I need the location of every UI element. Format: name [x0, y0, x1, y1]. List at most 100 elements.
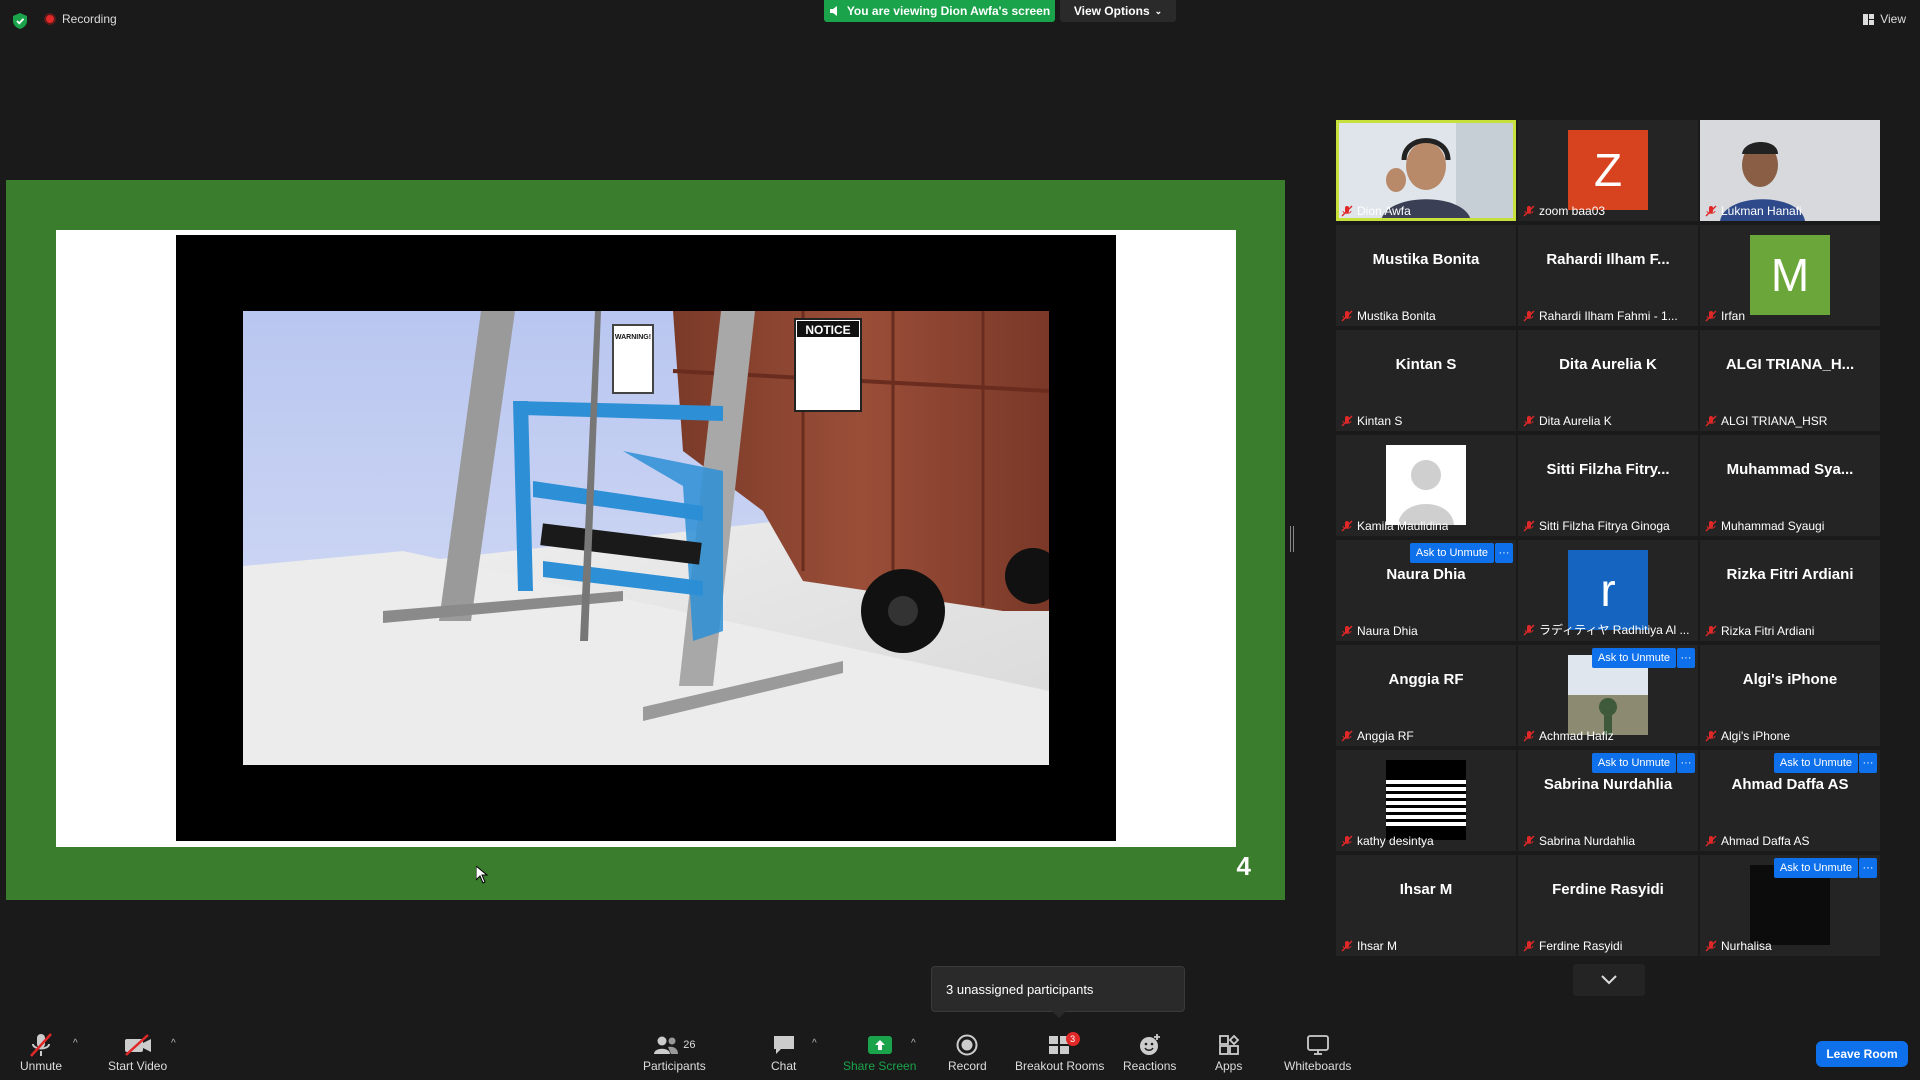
gallery-scroll-down-button[interactable] [1573, 964, 1645, 996]
security-shield-icon[interactable] [13, 13, 27, 29]
apps-icon [1218, 1034, 1239, 1055]
mic-muted-icon [1523, 730, 1535, 742]
mic-muted-icon [1523, 310, 1535, 322]
participant-tile[interactable]: Sitti Filzha Fitry... Sitti Filzha Fitrya… [1518, 435, 1698, 536]
participant-name-bar: Kamila Maulidina [1341, 519, 1512, 533]
ask-to-unmute-button[interactable]: Ask to Unmute [1591, 648, 1676, 668]
participant-tile[interactable]: Sabrina Nurdahlia Ask to Unmute ··· Sabrina… [1518, 750, 1698, 851]
participant-avatar: Z [1568, 130, 1648, 210]
share-options-caret[interactable]: ^ [911, 1038, 916, 1049]
more-options-button[interactable]: ··· [1859, 753, 1877, 773]
whiteboards-button[interactable]: Whiteboards [1284, 1032, 1351, 1073]
share-screen-button[interactable]: Share Screen [843, 1032, 916, 1073]
participants-button[interactable]: 26 Participants [643, 1032, 706, 1073]
view-options-label: View Options [1073, 4, 1150, 18]
slide-number: 4 [1236, 851, 1251, 881]
participant-tile[interactable]: Anggia RF Anggia RF [1336, 645, 1516, 746]
start-video-button[interactable]: Start Video [108, 1032, 167, 1073]
mic-muted-icon [1705, 625, 1717, 637]
participant-display-name: Ahmad Daffa AS [1731, 776, 1849, 793]
view-button[interactable]: View [1863, 12, 1906, 26]
breakout-rooms-button[interactable]: 3 Breakout Rooms [1015, 1032, 1104, 1073]
video-frame: NOTICE WARNING! [176, 235, 1116, 841]
video-options-caret[interactable]: ^ [171, 1038, 176, 1049]
participant-tile[interactable]: kathy desintya [1336, 750, 1516, 851]
participant-tile[interactable]: r ラディティヤ Radhitiya Al ... [1518, 540, 1698, 641]
participant-display-name: Rizka Fitri Ardiani [1726, 566, 1854, 583]
chat-options-caret[interactable]: ^ [812, 1038, 817, 1049]
unmute-button[interactable]: Unmute [20, 1032, 62, 1073]
participant-tile[interactable]: Rizka Fitri Ardiani Rizka Fitri Ardiani [1700, 540, 1880, 641]
participant-name: Ferdine Rasyidi [1539, 939, 1623, 953]
grid-view-icon [1863, 13, 1875, 25]
participant-name-bar: Naura Dhia [1341, 624, 1512, 638]
viewing-screen-banner: You are viewing Dion Awfa's screen [824, 0, 1055, 22]
view-options-button[interactable]: View Options ⌄ [1060, 0, 1176, 22]
mic-muted-icon [1705, 205, 1717, 217]
unmute-label: Unmute [20, 1059, 63, 1073]
participant-tile[interactable]: Lukman Hanafi [1700, 120, 1880, 221]
more-options-button[interactable]: ··· [1677, 648, 1695, 668]
ask-to-unmute-button[interactable]: Ask to Unmute [1591, 753, 1676, 773]
participant-tile[interactable]: Ask to Unmute ··· Achmad Hafiz [1518, 645, 1698, 746]
participant-tile[interactable]: Muhammad Sya... Muhammad Syaugi [1700, 435, 1880, 536]
unassigned-participants-tooltip[interactable]: 3 unassigned participants [931, 966, 1185, 1018]
whiteboards-label: Whiteboards [1284, 1059, 1352, 1073]
record-button[interactable]: Record [948, 1032, 987, 1073]
participant-tile[interactable]: Ask to Unmute ··· Nurhalisa [1700, 855, 1880, 956]
participant-name: Algi's iPhone [1721, 729, 1790, 743]
leave-room-button[interactable]: Leave Room [1816, 1041, 1908, 1067]
participant-name-bar: ALGI TRIANA_HSR [1705, 414, 1876, 428]
participant-name: kathy desintya [1357, 834, 1434, 848]
participant-tile[interactable]: Naura Dhia Ask to Unmute ··· Naura Dhia [1336, 540, 1516, 641]
ask-to-unmute-button[interactable]: Ask to Unmute [1773, 753, 1858, 773]
mic-muted-icon [1523, 520, 1535, 532]
participant-tile[interactable]: Kintan S Kintan S [1336, 330, 1516, 431]
unassigned-label: 3 unassigned participants [946, 981, 1094, 997]
participant-name-bar: Nurhalisa [1705, 939, 1876, 953]
mic-muted-icon [1705, 730, 1717, 742]
participant-name-bar: Achmad Hafiz [1523, 729, 1694, 743]
participant-name-bar: zoom baa03 [1523, 204, 1694, 218]
participant-tile[interactable]: Mustika Bonita Mustika Bonita [1336, 225, 1516, 326]
breakout-rooms-badge: 3 [1065, 1032, 1080, 1046]
more-options-button[interactable]: ··· [1495, 543, 1513, 563]
participant-name: zoom baa03 [1539, 204, 1606, 218]
participant-display-name: Anggia RF [1388, 671, 1464, 688]
record-label: Record [948, 1059, 987, 1073]
participant-tile[interactable]: Dita Aurelia K Dita Aurelia K [1518, 330, 1698, 431]
chevron-down-icon [1601, 975, 1617, 985]
participant-tile[interactable]: Ferdine Rasyidi Ferdine Rasyidi [1518, 855, 1698, 956]
ask-to-unmute-button[interactable]: Ask to Unmute [1773, 858, 1858, 878]
recording-indicator[interactable]: Recording [44, 12, 117, 26]
participant-display-name: Algi's iPhone [1742, 671, 1838, 688]
participant-tile[interactable]: M Irfan [1700, 225, 1880, 326]
participant-tile[interactable]: Ahmad Daffa AS Ask to Unmute ··· Ahmad Daff… [1700, 750, 1880, 851]
share-screen-label: Share Screen [843, 1059, 917, 1073]
participant-tile[interactable]: Kamila Maulidina [1336, 435, 1516, 536]
ask-to-unmute-button[interactable]: Ask to Unmute [1409, 543, 1494, 563]
whiteboard-icon [1306, 1035, 1329, 1055]
apps-button[interactable]: Apps [1215, 1032, 1242, 1073]
participant-tile[interactable]: Algi's iPhone Algi's iPhone [1700, 645, 1880, 746]
notice-sign-label: NOTICE [805, 323, 850, 337]
more-options-button[interactable]: ··· [1677, 753, 1695, 773]
reactions-button[interactable]: Reactions [1123, 1032, 1176, 1073]
participant-display-name: Mustika Bonita [1372, 251, 1480, 268]
participant-tile[interactable]: ALGI TRIANA_H... ALGI TRIANA_HSR [1700, 330, 1880, 431]
participant-tile[interactable]: Rahardi Ilham F... Rahardi Ilham Fahmi - … [1518, 225, 1698, 326]
participant-tile[interactable]: Dion Awfa [1336, 120, 1516, 221]
audio-options-caret[interactable]: ^ [73, 1038, 78, 1049]
panel-resize-handle[interactable] [1290, 526, 1294, 552]
participant-avatar: M [1750, 235, 1830, 315]
chat-button[interactable]: Chat [771, 1032, 796, 1073]
participant-tile[interactable]: Ihsar M Ihsar M [1336, 855, 1516, 956]
participant-name-bar: Mustika Bonita [1341, 309, 1512, 323]
mic-muted-icon [1341, 415, 1353, 427]
participant-tile[interactable]: Zzoom baa03 [1518, 120, 1698, 221]
more-options-button[interactable]: ··· [1859, 858, 1877, 878]
participant-name: Ahmad Daffa AS [1721, 834, 1810, 848]
breakout-rooms-label: Breakout Rooms [1015, 1059, 1105, 1073]
reactions-label: Reactions [1123, 1059, 1177, 1073]
participant-name: Anggia RF [1357, 729, 1414, 743]
